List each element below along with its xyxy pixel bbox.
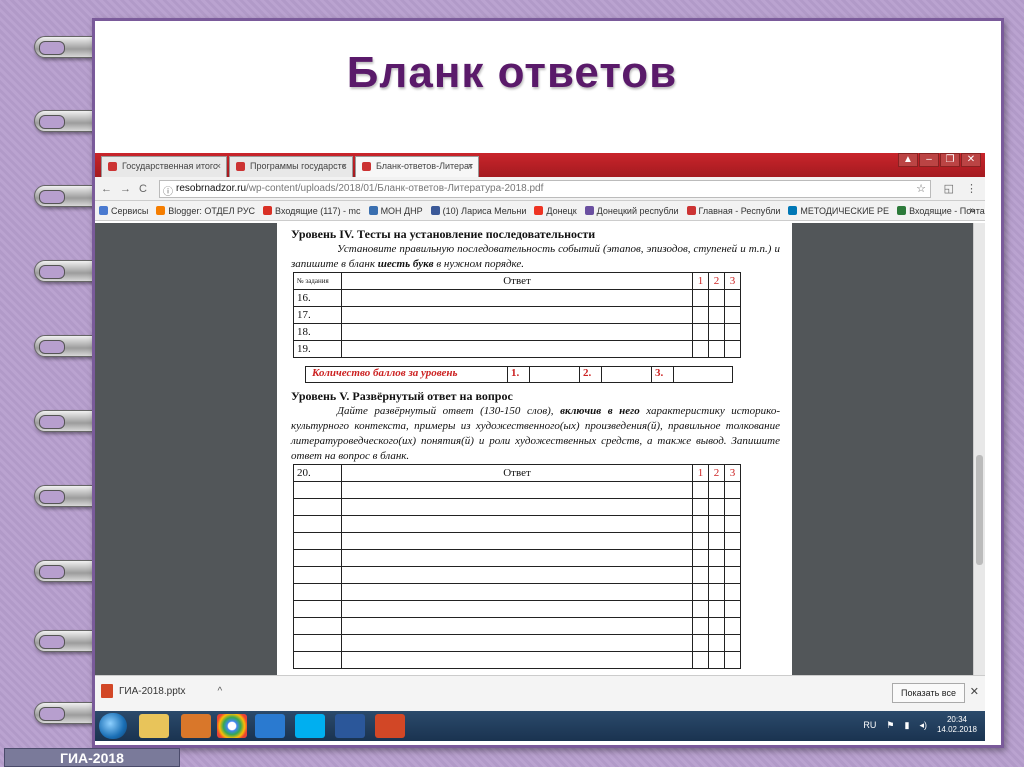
gia-2018-badge: ГИА-2018 (4, 748, 180, 767)
slide-title: Бланк ответов (346, 48, 678, 97)
taskbar: RU ⚑ ▮ ◂) 20:34 14.02.2018 (95, 711, 985, 741)
tab-bar: Государственная итогс × Программы госуда… (95, 153, 985, 177)
table-row (293, 600, 741, 618)
forward-icon[interactable]: → (120, 183, 131, 195)
gmail-icon (263, 206, 273, 215)
level-4-heading: Уровень IV. Тесты на установление послед… (291, 227, 596, 241)
back-icon[interactable]: ← (101, 183, 112, 195)
facebook-icon (430, 206, 440, 215)
bookmark-blogger[interactable]: Blogger: ОТДЕЛ РУС (156, 206, 255, 216)
toolbar-icons: ◱ ⋮ (944, 182, 977, 195)
table-row (293, 634, 741, 652)
table-row (293, 583, 741, 601)
file-explorer-icon[interactable] (139, 714, 169, 738)
chevron-up-icon[interactable]: ^ (218, 686, 223, 697)
pdf-viewer: Уровень IV. Тесты на установление послед… (95, 223, 985, 675)
blogger-icon (156, 206, 166, 215)
pptx-file-icon (101, 684, 113, 698)
table-row (293, 566, 741, 584)
powerpoint-icon[interactable] (375, 714, 405, 738)
table-row (293, 481, 741, 499)
chrome-icon[interactable] (217, 714, 247, 738)
clock[interactable]: 20:34 14.02.2018 (937, 715, 977, 735)
bookmark-main-republic[interactable]: Главная - Республи (686, 206, 780, 216)
windows-start-icon[interactable] (99, 713, 127, 739)
bookmark-methodical[interactable]: МЕТОДИЧЕСКИЕ РЕ (788, 206, 889, 216)
table-row (293, 515, 741, 533)
word-icon[interactable] (335, 714, 365, 738)
shield-icon (368, 206, 378, 215)
vertical-scrollbar[interactable] (973, 223, 985, 675)
bookmark-donetsk[interactable]: Донецк (534, 206, 577, 216)
bookmark-donetsk-republic[interactable]: Донецкий республи (584, 206, 679, 216)
favicon-icon (362, 162, 371, 171)
volume-icon[interactable]: ◂) (919, 720, 927, 731)
table-header-row: № задания Ответ 1 2 3 (293, 272, 741, 290)
table-header-row: 20. Ответ 1 2 3 (293, 464, 741, 482)
table-row: 19. (293, 340, 741, 358)
url-field[interactable]: ⓘ resobrnadzor.ru/wp-content/uploads/201… (159, 180, 931, 198)
window-controls: ▲ – ❐ ✕ (898, 153, 981, 167)
internet-explorer-icon[interactable] (255, 714, 285, 738)
table-row: 18. (293, 323, 741, 341)
letter-a-icon (534, 206, 544, 215)
emblem-icon (584, 206, 594, 215)
user-icon[interactable]: ▲ (898, 153, 918, 167)
download-bar: ГИА-2018.pptx ^ Показать все ✕ (95, 675, 985, 711)
score-per-level-row: Количество баллов за уровень 1. 2. 3. (305, 366, 733, 383)
level-5-instruction: Дайте развёрнутый ответ (130-150 слов), … (291, 405, 781, 462)
table-row (293, 549, 741, 567)
close-window-icon[interactable]: ✕ (961, 153, 981, 167)
table-row (293, 651, 741, 669)
address-bar-row: ← → C ⓘ resobrnadzor.ru/wp-content/uploa… (95, 177, 985, 201)
menu-icon[interactable]: ⋮ (966, 182, 977, 195)
level-5-heading: Уровень V. Развёрнутый ответ на вопрос (291, 389, 513, 403)
extension-icon[interactable]: ◱ (944, 182, 954, 195)
apps-icon (99, 206, 108, 215)
favicon-icon (108, 162, 117, 171)
tab-3-active[interactable]: Бланк-ответов-Литерат × (355, 156, 479, 177)
tab-1[interactable]: Государственная итогс × (101, 156, 227, 177)
reload-icon[interactable]: C (139, 183, 147, 195)
flag-icon[interactable]: ⚑ (886, 720, 894, 731)
chevron-right-icon[interactable]: » (969, 205, 975, 216)
level-4-instruction: Установите правильную последовательность… (291, 243, 780, 270)
system-tray: RU ⚑ ▮ ◂) 20:34 14.02.2018 (863, 715, 977, 735)
close-icon[interactable]: × (216, 161, 221, 171)
bookmark-star-icon[interactable]: ☆ (916, 182, 926, 195)
table-row (293, 617, 741, 635)
bookmark-facebook[interactable]: (10) Лариса Мельни (430, 206, 526, 216)
bookmark-gmail[interactable]: Входящие (117) - mc (263, 206, 361, 216)
maximize-icon[interactable]: ❐ (940, 153, 960, 167)
close-icon[interactable]: ✕ (970, 685, 979, 698)
close-icon[interactable]: × (342, 161, 347, 171)
table-row: 16. (293, 289, 741, 307)
table-row (293, 532, 741, 550)
network-icon[interactable]: ▮ (904, 720, 909, 731)
browser-window: Государственная итогс × Программы госуда… (95, 153, 985, 741)
close-icon[interactable]: × (468, 161, 473, 171)
favicon-icon (236, 162, 245, 171)
info-icon: ⓘ (163, 187, 173, 198)
tab-2[interactable]: Программы государстс × (229, 156, 353, 177)
mail-icon (897, 206, 907, 215)
table-row (293, 498, 741, 516)
table-row: 17. (293, 306, 741, 324)
download-item[interactable]: ГИА-2018.pptx ^ (101, 684, 222, 698)
linkedin-icon (788, 206, 798, 215)
favicon-icon (686, 206, 696, 215)
bookmarks-bar: Сервисы Blogger: ОТДЕЛ РУС Входящие (117… (95, 201, 985, 221)
scrollbar-thumb[interactable] (976, 455, 983, 565)
minimize-icon[interactable]: – (919, 153, 939, 167)
show-all-button[interactable]: Показать все (892, 683, 965, 703)
pdf-page: Уровень IV. Тесты на установление послед… (277, 223, 792, 675)
answer-table-level-5: 20. Ответ 1 2 3 (293, 464, 741, 669)
media-player-icon[interactable] (181, 714, 211, 738)
answer-table-level-4: № задания Ответ 1 2 3 16. 17. 18. 19. (293, 272, 741, 358)
bookmark-mon-dnr[interactable]: МОН ДНР (368, 206, 423, 216)
skype-icon[interactable] (295, 714, 325, 738)
bookmark-services[interactable]: Сервисы (99, 206, 148, 216)
